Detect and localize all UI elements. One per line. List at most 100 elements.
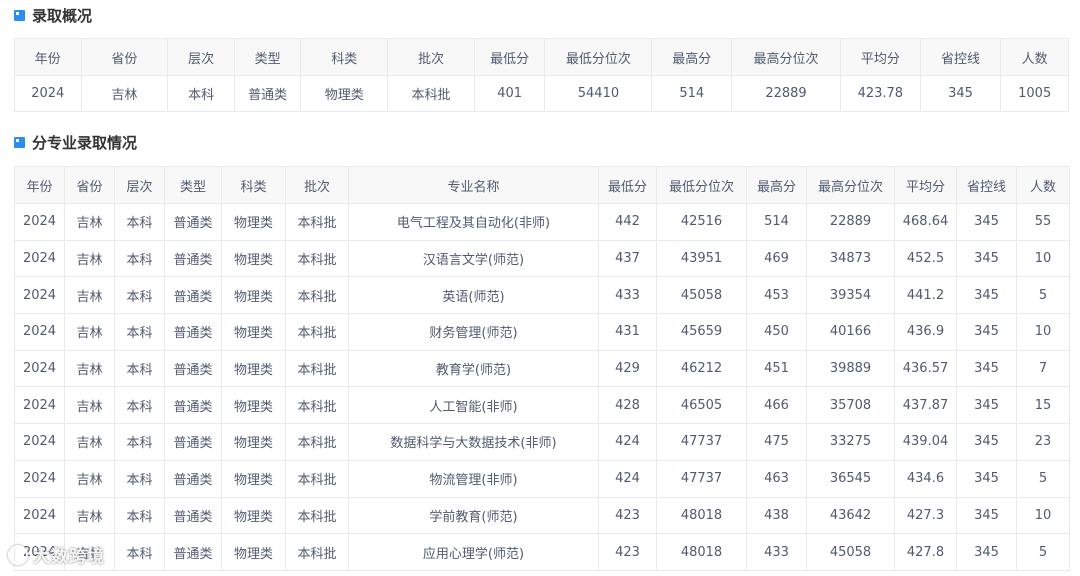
table-cell: 2024: [14, 423, 65, 461]
table-cell: 普通类: [164, 386, 222, 425]
table-cell: 514: [746, 203, 807, 241]
summary-cell: 423.78: [839, 75, 921, 112]
table-cell: 2024: [14, 459, 65, 498]
table-cell: 2024: [14, 349, 65, 388]
table-cell: 物理类: [221, 459, 286, 498]
table-cell: 39354: [806, 276, 895, 315]
table-cell: 普通类: [164, 423, 222, 461]
majors-column-header: 批次: [285, 166, 349, 204]
majors-column-header: 最低分位次: [656, 166, 747, 204]
summary-column-header: 批次: [387, 38, 475, 76]
table-cell: 345: [956, 386, 1017, 425]
table-cell: 本科: [114, 203, 165, 241]
table-cell: 48018: [656, 533, 747, 571]
summary-title-text: 录取概况: [32, 6, 93, 25]
table-cell: 本科批: [285, 313, 349, 351]
majors-column-header: 最高分: [746, 166, 807, 204]
table-cell: 本科批: [285, 496, 349, 535]
table-cell: 436.57: [894, 349, 957, 388]
major-name-cell: 数据科学与大数据技术(非师): [348, 423, 599, 461]
table-cell: 423: [598, 496, 657, 535]
table-cell: 431: [598, 313, 657, 351]
table-row: 2024 吉林 本科 普通类 物理类 本科批 应用心理学(师范) 423 48018 433 450…: [14, 533, 1070, 571]
table-cell: 本科批: [285, 349, 349, 388]
major-name-cell: 电气工程及其自动化(非师): [348, 203, 599, 241]
watermark-text: 大数跨境: [33, 547, 105, 567]
table-cell: 本科: [114, 276, 165, 315]
majors-column-header: 层次: [114, 166, 165, 204]
major-name-cell: 汉语言文学(师范): [348, 239, 599, 278]
table-cell: 本科: [114, 386, 165, 425]
summary-column-header: 省控线: [919, 38, 1002, 76]
table-cell: 428: [598, 386, 657, 425]
table-cell: 本科: [114, 313, 165, 351]
table-cell: 47737: [656, 459, 747, 498]
table-cell: 普通类: [164, 496, 222, 535]
major-name-cell: 物流管理(非师): [348, 459, 599, 498]
summary-cell: 22889: [731, 75, 841, 112]
table-cell: 5: [1016, 459, 1070, 498]
major-name-cell: 人工智能(非师): [348, 386, 599, 425]
table-cell: 429: [598, 349, 657, 388]
table-cell: 2024: [14, 276, 65, 315]
table-cell: 450: [746, 313, 807, 351]
table-cell: 普通类: [164, 349, 222, 388]
majors-column-header: 类型: [164, 166, 222, 204]
table-cell: 46505: [656, 386, 747, 425]
table-cell: 本科: [114, 423, 165, 461]
summary-cell: 345: [919, 75, 1002, 112]
majors-column-header: 最高分位次: [806, 166, 895, 204]
summary-column-header: 年份: [14, 38, 82, 76]
majors-table: 年份 省份 层次 类型 科类 批次 专业名称 最低分 最低分位次 最高分 最高分位次 平均分 省控线 人数…: [14, 166, 1070, 571]
table-cell: 436.9: [894, 313, 957, 351]
table-cell: 35708: [806, 386, 895, 425]
table-cell: 2024: [14, 313, 65, 351]
majors-column-header: 专业名称: [348, 166, 599, 204]
table-cell: 物理类: [221, 203, 286, 241]
table-cell: 本科批: [285, 239, 349, 278]
major-name-cell: 教育学(师范): [348, 349, 599, 388]
table-row: 2024 吉林 本科 普通类 物理类 本科批 财务管理(师范) 431 45659 450 4016…: [14, 313, 1070, 351]
table-cell: 5: [1016, 533, 1070, 571]
table-cell: 345: [956, 239, 1017, 278]
table-cell: 48018: [656, 496, 747, 535]
table-cell: 2024: [14, 496, 65, 535]
table-cell: 10: [1016, 313, 1070, 351]
table-cell: 本科批: [285, 459, 349, 498]
table-cell: 普通类: [164, 276, 222, 315]
summary-cell: 54410: [544, 75, 653, 112]
table-cell: 10: [1016, 239, 1070, 278]
table-cell: 吉林: [64, 496, 115, 535]
table-cell: 442: [598, 203, 657, 241]
table-cell: 物理类: [221, 533, 286, 571]
table-cell: 437.87: [894, 386, 957, 425]
table-cell: 物理类: [221, 349, 286, 388]
table-cell: 本科: [114, 349, 165, 388]
table-cell: 吉林: [64, 313, 115, 351]
table-row: 2024 吉林 本科 普通类 物理类 本科批 人工智能(非师) 428 46505 466 3570…: [14, 386, 1070, 425]
table-cell: 47737: [656, 423, 747, 461]
table-cell: 427.3: [894, 496, 957, 535]
summary-table: 年份 省份 层次 类型 科类 批次 最低分 最低分位次 最高分 最高分位次 平均分 省控线 人数 202…: [14, 38, 1069, 112]
summary-cell: 本科批: [387, 75, 475, 112]
table-cell: 345: [956, 496, 1017, 535]
majors-column-header: 平均分: [894, 166, 957, 204]
table-cell: 5: [1016, 276, 1070, 315]
table-cell: 吉林: [64, 349, 115, 388]
table-cell: 7: [1016, 349, 1070, 388]
table-cell: 345: [956, 276, 1017, 315]
table-row: 2024 吉林 本科 普通类 物理类 本科批 物流管理(非师) 424 47737 463 3654…: [14, 459, 1070, 498]
table-cell: 本科批: [285, 423, 349, 461]
summary-column-header: 类型: [233, 38, 302, 76]
table-cell: 本科批: [285, 203, 349, 241]
table-cell: 469: [746, 239, 807, 278]
table-cell: 吉林: [64, 203, 115, 241]
summary-cell: 物理类: [300, 75, 389, 112]
table-cell: 吉林: [64, 423, 115, 461]
summary-cell: 普通类: [233, 75, 302, 112]
majors-column-header: 省份: [64, 166, 115, 204]
table-row: 2024 吉林 本科 普通类 物理类 本科批 汉语言文学(师范) 437 43951 469 348…: [14, 239, 1070, 278]
table-cell: 39889: [806, 349, 895, 388]
table-row: 2024 吉林 本科 普通类 物理类 本科批 学前教育(师范) 423 48018 438 4364…: [14, 496, 1070, 535]
table-cell: 10: [1016, 496, 1070, 535]
